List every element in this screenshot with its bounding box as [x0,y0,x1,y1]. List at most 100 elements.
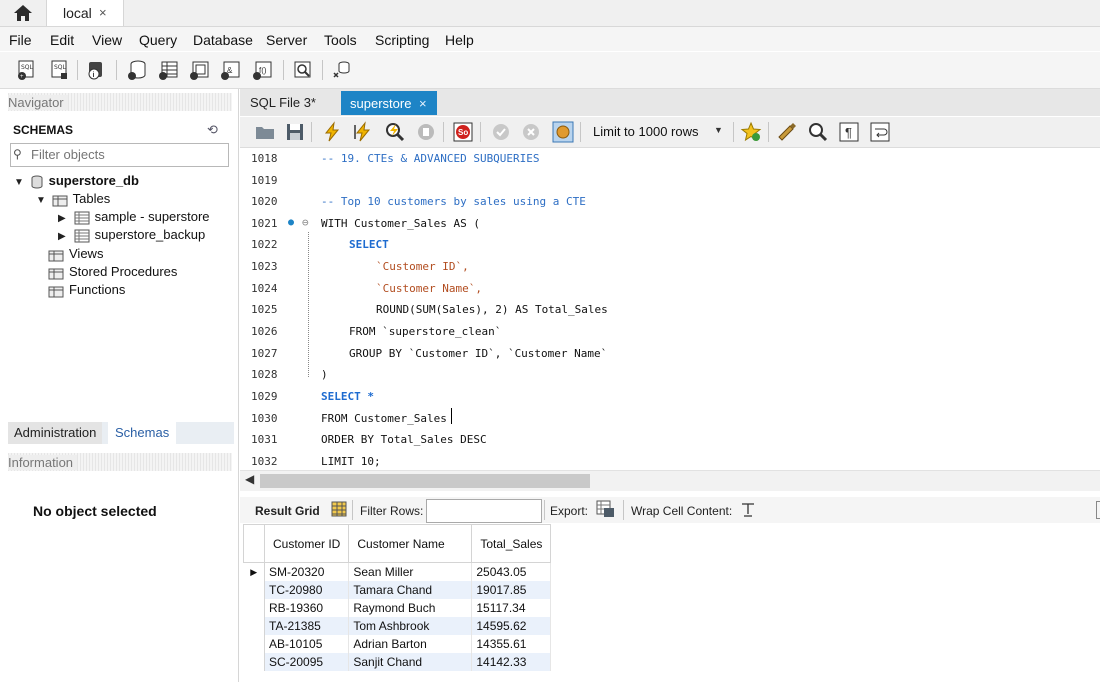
menu-help[interactable]: Help [445,32,474,48]
toggle-error-icon[interactable]: So [452,121,474,143]
tree-procedures-folder[interactable]: Stored Procedures [48,264,177,282]
expand-toggle-icon[interactable]: ▼ [14,177,26,188]
save-icon[interactable] [284,121,306,143]
word-wrap-icon[interactable] [869,121,891,143]
table-cell[interactable]: TC-20980 [264,581,350,599]
table-cell[interactable]: TA-21385 [264,617,350,635]
autocommit-icon[interactable] [552,121,574,143]
table-cell[interactable]: Sanjit Chand [348,653,473,671]
expand-toggle-icon[interactable]: ▶ [58,231,70,242]
table-cell[interactable]: Adrian Barton [348,635,473,653]
close-icon[interactable]: × [99,5,107,20]
tree-schema-superstore-db[interactable]: ▼ superstore_db [14,173,139,191]
menu-view[interactable]: View [92,32,122,48]
scroll-left-icon[interactable]: ◀ [245,472,254,486]
tab-sql-file-3[interactable]: SQL File 3* [244,92,322,114]
tables-folder-icon [52,195,68,207]
editor-horizontal-scrollbar[interactable]: ◀ [240,470,1100,491]
table-cell[interactable]: 19017.85 [471,581,552,599]
table-cell[interactable]: Tom Ashbrook [348,617,473,635]
search-table-data-icon[interactable] [292,59,314,81]
stop-icon[interactable] [415,121,437,143]
tree-table-superstore-backup[interactable]: ▶ superstore_backup [58,227,205,245]
execute-current-icon[interactable] [352,121,374,143]
menu-file[interactable]: File [9,32,32,48]
table-cell[interactable]: SM-20320 [264,562,350,581]
filter-objects-input[interactable] [31,144,221,164]
filter-rows-input[interactable] [426,499,542,523]
explain-icon[interactable] [384,121,406,143]
find-icon[interactable] [807,121,829,143]
table-cell[interactable]: AB-10105 [264,635,350,653]
connection-tab-label: local [63,5,92,21]
tab-administration[interactable]: Administration [8,422,103,444]
inspector-icon[interactable]: i [85,59,107,81]
table-cell[interactable]: Tamara Chand [348,581,473,599]
table-cell[interactable]: 14595.62 [471,617,552,635]
column-header-total-sales[interactable]: Total_Sales [471,524,552,563]
tab-superstore[interactable]: superstore × [341,91,437,115]
menu-database[interactable]: Database [193,32,253,48]
create-view-icon[interactable] [189,59,211,81]
invisible-chars-icon[interactable]: ¶ [838,121,860,143]
table-row[interactable]: TA-21385 Tom Ashbrook 14595.62 [243,617,552,635]
menu-server[interactable]: Server [266,32,307,48]
export-icon[interactable] [596,500,616,518]
create-table-icon[interactable] [158,59,180,81]
scrollbar-thumb[interactable] [260,474,590,488]
tree-table-sample-superstore[interactable]: ▶ sample - superstore [58,209,210,227]
execute-icon[interactable] [321,121,343,143]
sql-editor[interactable]: 1018 -- 19. CTEs & ADVANCED SUBQUERIES 1… [240,148,1100,470]
table-cell[interactable]: 25043.05 [471,562,552,581]
column-header-customer-id[interactable]: Customer ID [263,524,350,563]
table-cell[interactable]: Sean Miller [348,562,473,581]
wrap-cell-icon[interactable] [740,502,756,518]
table-row[interactable]: TC-20980 Tamara Chand 19017.85 [243,581,552,599]
limit-rows-select[interactable]: Limit to 1000 rows ▼ [587,121,729,143]
open-sql-script-icon[interactable]: SQL [49,59,71,81]
connection-tab-local[interactable]: local × [46,0,124,26]
table-row[interactable]: AB-10105 Adrian Barton 14355.61 [243,635,552,653]
menu-edit[interactable]: Edit [50,32,74,48]
create-function-icon[interactable]: f() [252,59,274,81]
table-cell[interactable]: Raymond Buch [348,599,473,617]
line-number: 1030 [251,412,278,425]
grid-view-icon[interactable] [331,501,347,517]
table-row[interactable]: RB-19360 Raymond Buch 15117.34 [243,599,552,617]
table-icon [74,211,90,225]
column-header-customer-name[interactable]: Customer Name [348,524,473,563]
beautify-icon[interactable] [776,121,798,143]
menu-query[interactable]: Query [139,32,177,48]
table-row[interactable]: SC-20095 Sanjit Chand 14142.33 [243,653,552,671]
table-cell[interactable]: SC-20095 [264,653,350,671]
tree-tables-folder[interactable]: ▼ Tables [36,191,110,209]
fold-toggle-icon[interactable]: ⊖ [302,216,309,229]
table-cell[interactable]: RB-19360 [264,599,350,617]
create-schema-icon[interactable] [127,59,149,81]
table-row[interactable]: ▶ SM-20320 Sean Miller 25043.05 [243,562,552,581]
rollback-icon[interactable] [520,121,542,143]
result-grid[interactable]: Customer ID Customer Name Total_Sales ▶ … [243,524,583,682]
refresh-icon[interactable]: ⟲ [207,122,218,138]
tree-views-folder[interactable]: Views [48,246,103,264]
commit-icon[interactable] [490,121,512,143]
create-procedure-icon[interactable]: & [220,59,242,81]
menu-tools[interactable]: Tools [324,32,357,48]
menu-scripting[interactable]: Scripting [375,32,429,48]
result-grid-tab[interactable]: Result Grid [255,504,320,518]
new-sql-tab-icon[interactable]: SQL + [16,59,38,81]
open-file-icon[interactable] [254,121,276,143]
expand-toggle-icon[interactable]: ▶ [58,213,70,224]
tab-schemas[interactable]: Schemas [108,422,177,444]
expand-toggle-icon[interactable]: ▼ [36,195,48,206]
no-object-message: No object selected [33,503,157,519]
table-cell[interactable]: 15117.34 [471,599,552,617]
table-cell[interactable]: 14142.33 [471,653,552,671]
table-cell[interactable]: 14355.61 [471,635,552,653]
filter-objects-box[interactable]: ⚲ [10,143,229,167]
reconnect-icon[interactable] [331,59,353,81]
tree-functions-folder[interactable]: Functions [48,282,125,300]
home-icon[interactable] [12,3,34,23]
close-icon[interactable]: × [419,96,427,111]
add-snippet-star-icon[interactable] [740,121,762,143]
